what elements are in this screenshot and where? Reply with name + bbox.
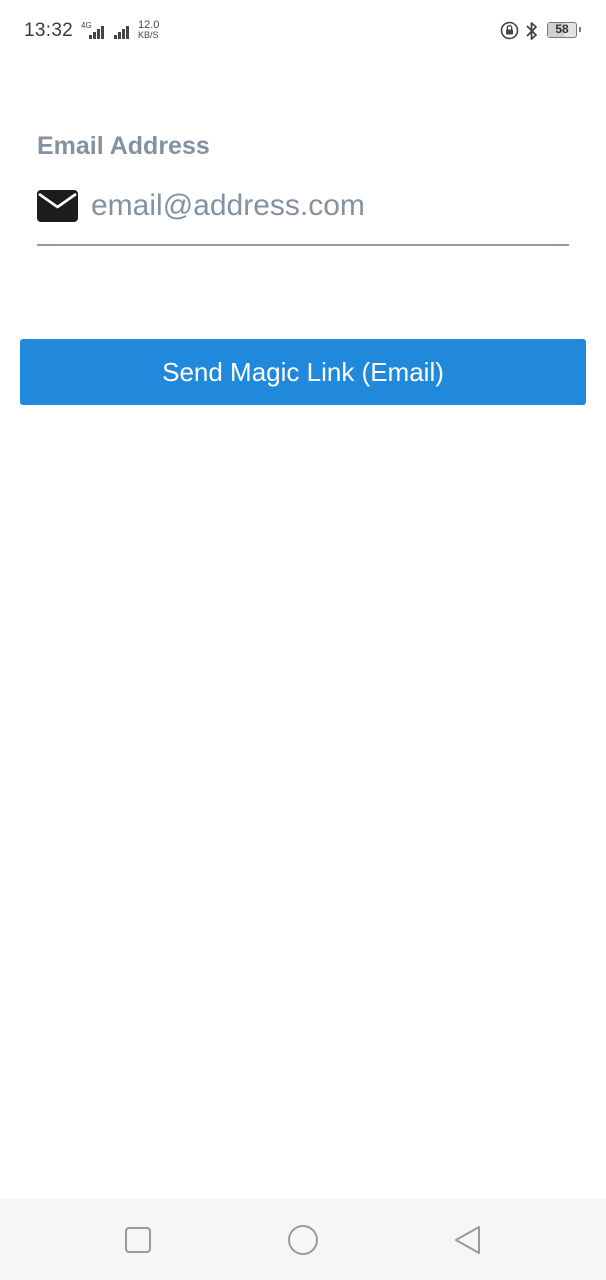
network-speed-unit: KB/S — [138, 30, 159, 40]
network-speed: 12.0 KB/S — [138, 20, 159, 41]
recent-apps-icon[interactable] — [121, 1223, 155, 1257]
lock-rotation-icon — [500, 21, 519, 40]
signal-icon — [89, 24, 104, 39]
status-time: 13:32 — [24, 20, 74, 41]
battery-icon: 58 — [547, 22, 581, 38]
battery-level-text: 58 — [555, 22, 569, 36]
signal-icon — [114, 24, 129, 39]
email-field[interactable] — [37, 178, 569, 246]
back-icon[interactable] — [451, 1223, 485, 1257]
status-bar: 13:32 4G 12.0 KB/S 58 — [0, 0, 606, 62]
email-address-label: Email Address — [37, 132, 210, 160]
home-icon[interactable] — [286, 1223, 320, 1257]
send-magic-link-button[interactable]: Send Magic Link (Email) — [20, 339, 586, 405]
envelope-icon — [37, 190, 78, 222]
email-input[interactable] — [91, 184, 561, 228]
navigation-bar — [0, 1199, 606, 1280]
bluetooth-icon — [526, 22, 537, 40]
